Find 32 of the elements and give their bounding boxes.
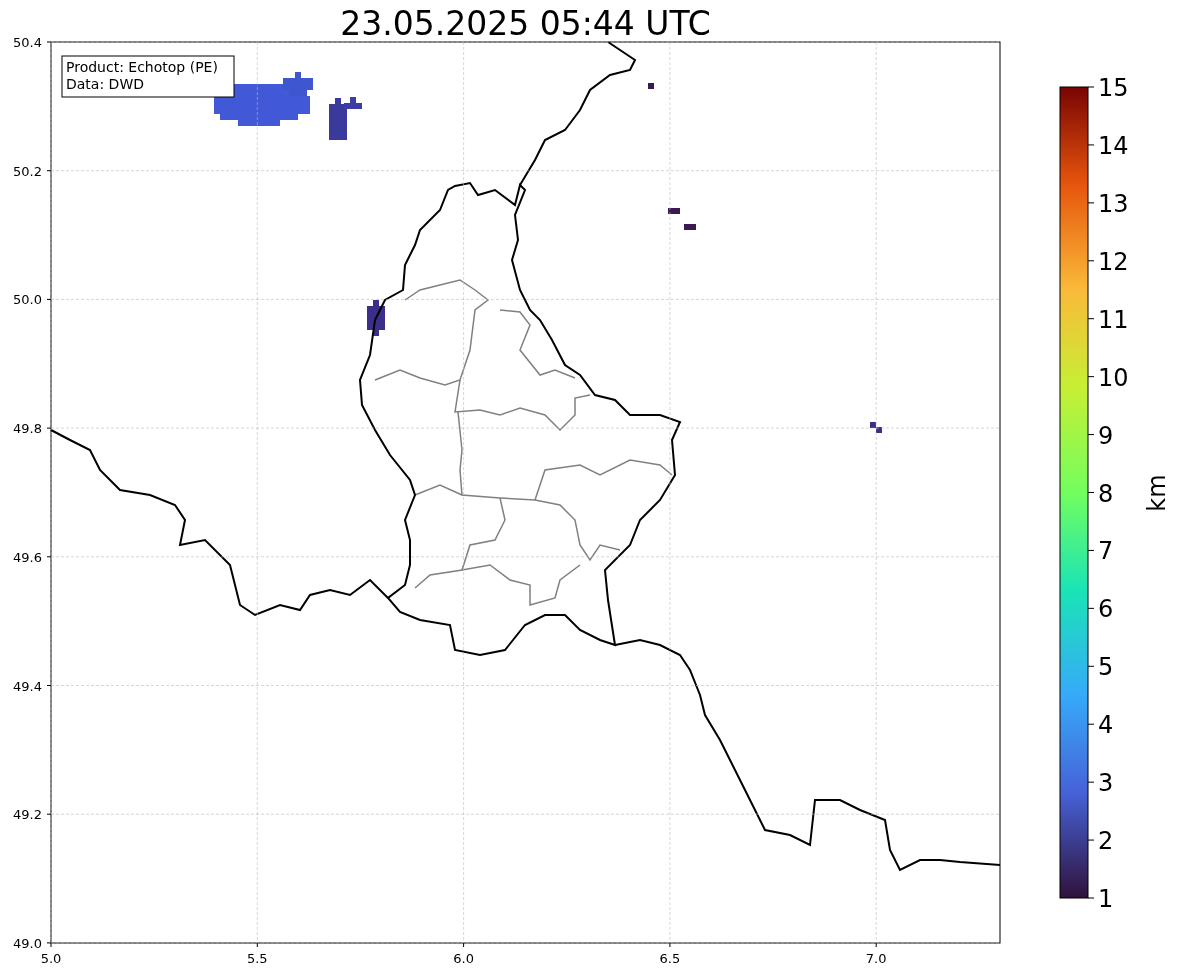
axis-tick-label: 50.4	[13, 35, 42, 50]
legend-text: Data: DWD	[66, 76, 144, 92]
axis-tick-label: 6.0	[453, 951, 474, 966]
axis-tick-label: 50.2	[13, 163, 42, 179]
axis-tick-label: 5.0	[40, 951, 62, 966]
colorbar-tick-label: 5	[1098, 653, 1114, 682]
colorbar-tick-label: 6	[1098, 595, 1114, 624]
chart-title: 23.05.2025 05:44 UTC	[340, 4, 711, 43]
colorbar-tick-label: 2	[1098, 827, 1114, 856]
colorbar-tick-label: 3	[1098, 769, 1114, 798]
colorbar-tick-label: 7	[1098, 537, 1114, 566]
axis-tick-label: 49.8	[13, 421, 42, 437]
axis-tick-label: 49.2	[13, 807, 42, 823]
axis-tick-label: 49.0	[13, 935, 42, 951]
axis-tick-label: 7.0	[865, 951, 887, 966]
colorbar-tick-label: 13	[1098, 189, 1129, 218]
colorbar-tick-label: 15	[1098, 74, 1129, 102]
axis-tick-label: 5.5	[246, 951, 268, 966]
legend-text: Product: Echotop (PE)	[66, 59, 218, 75]
colorbar-tick-label: 10	[1098, 363, 1129, 392]
colorbar-tick-label: 14	[1098, 131, 1129, 160]
colorbar-tick-label: 11	[1098, 305, 1129, 334]
axis-tick-label: 50.0	[13, 292, 42, 308]
colorbar-tick-label: 9	[1098, 421, 1114, 450]
axis-tick-label: 6.5	[659, 951, 681, 966]
colorbar-tick-label: 8	[1098, 479, 1114, 508]
colorbar-tick-label: 1	[1098, 885, 1114, 913]
axis-tick-label: 49.4	[13, 678, 42, 694]
colorbar-label: km	[1143, 474, 1171, 512]
colorbar-tick-label: 4	[1098, 711, 1114, 740]
colorbar-tick-label: 12	[1098, 247, 1129, 276]
axis-tick-label: 49.6	[13, 549, 42, 565]
